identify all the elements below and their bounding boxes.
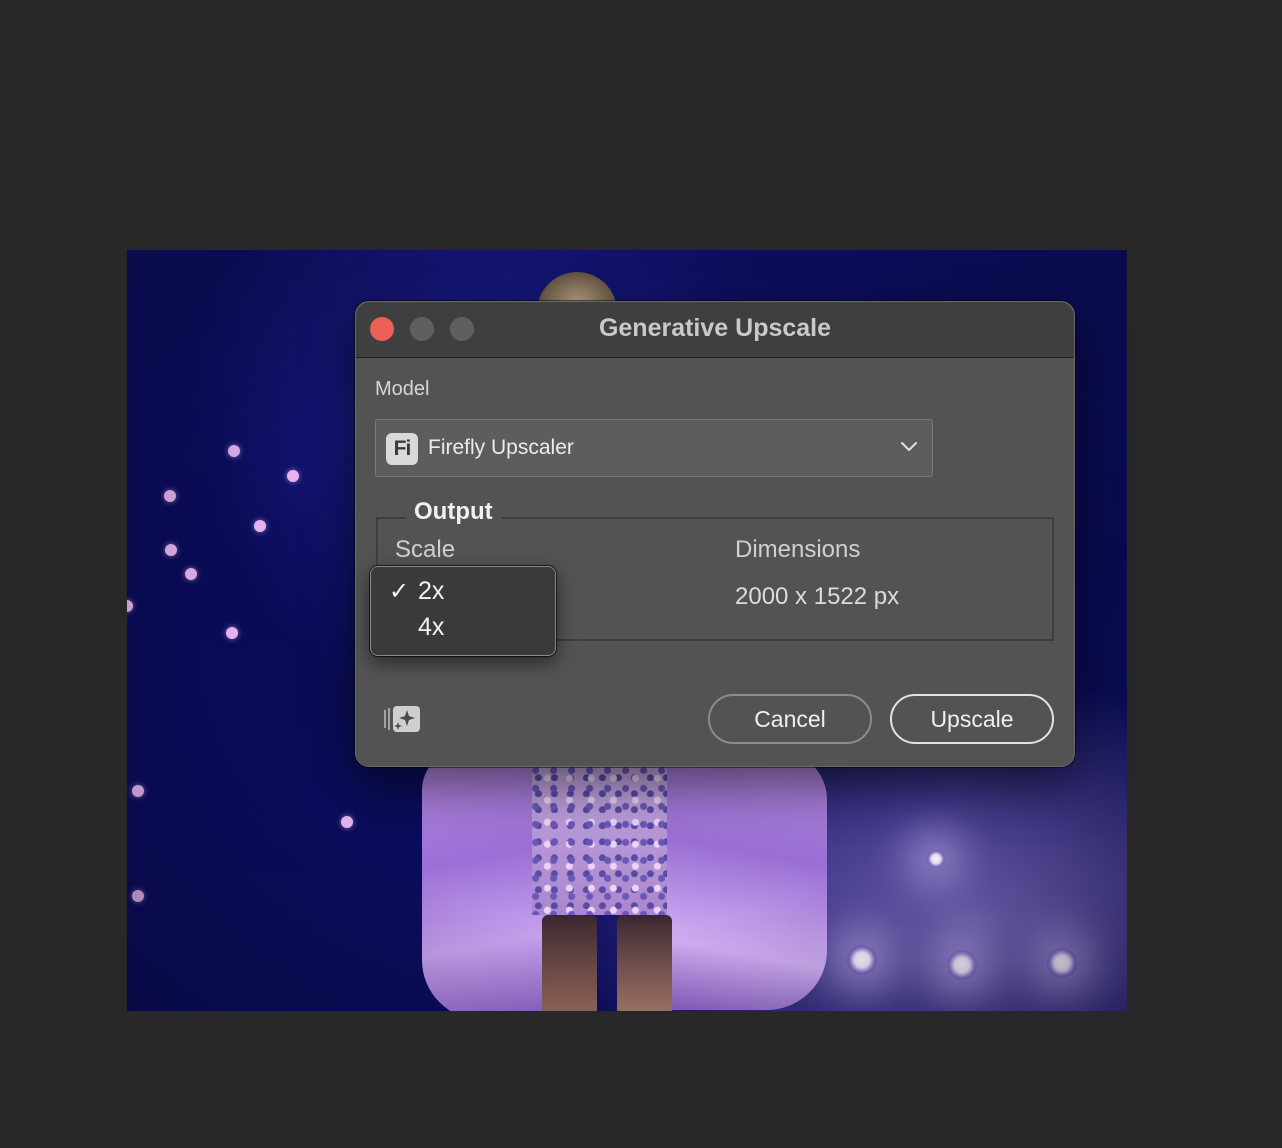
model-selected-value: Firefly Upscaler <box>428 436 574 459</box>
output-legend: Output <box>406 498 501 526</box>
dimensions-label: Dimensions <box>735 536 861 563</box>
firefly-badge-icon: Fi <box>386 433 418 465</box>
scale-label: Scale <box>395 536 456 563</box>
upscale-button[interactable]: Upscale <box>890 694 1054 744</box>
scale-option-label: 4x <box>418 613 445 641</box>
scale-popup-menu[interactable]: ✓ 2x 4x <box>370 566 556 656</box>
generative-upscale-dialog: Generative Upscale Model Fi Firefly Upsc… <box>355 301 1075 767</box>
sparkle-icon[interactable] <box>383 704 423 734</box>
app-window: Generative Upscale Model Fi Firefly Upsc… <box>0 0 1282 1148</box>
cancel-button[interactable]: Cancel <box>708 694 872 744</box>
dimensions-value: 2000 x 1522 px <box>735 583 900 610</box>
scale-option-2x[interactable]: ✓ 2x <box>371 575 555 609</box>
checkmark-icon: ✓ <box>389 578 410 605</box>
dialog-titlebar[interactable]: Generative Upscale <box>356 302 1074 358</box>
model-dropdown[interactable]: Fi Firefly Upscaler <box>375 419 933 477</box>
model-label: Model <box>375 378 430 400</box>
chevron-down-icon <box>901 442 917 451</box>
scale-option-label: 2x <box>418 577 445 605</box>
scale-option-4x[interactable]: 4x <box>371 611 555 645</box>
dialog-title: Generative Upscale <box>598 314 832 342</box>
